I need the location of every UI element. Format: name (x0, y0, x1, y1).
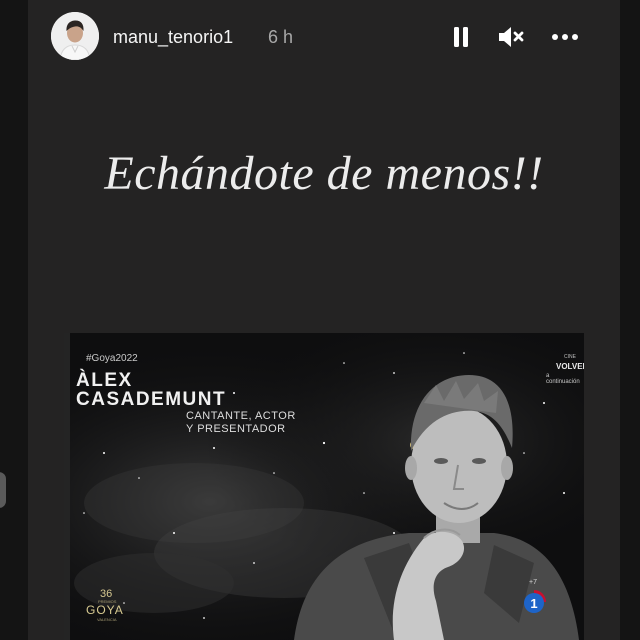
timestamp: 6 h (268, 27, 294, 47)
mute-button[interactable] (496, 22, 526, 52)
username[interactable]: manu_tenorio1 (113, 27, 233, 48)
tv-photo: #Goya2022 ÀLEX CASADEMUNT CANTANTE, ACTO… (64, 333, 584, 640)
avatar[interactable] (51, 12, 99, 60)
story-viewer[interactable]: manu_tenorio1 6 h Echándote de menos!! #… (28, 0, 620, 640)
mute-icon (499, 27, 524, 47)
channel-plus-label: +7 (529, 579, 537, 586)
honoree-role-line1: CANTANTE, ACTOR (186, 410, 296, 422)
more-icon (552, 34, 578, 40)
next-program-note: a continuación (546, 373, 580, 385)
avatar-image (51, 12, 99, 60)
pause-button[interactable] (446, 22, 476, 52)
channel-number: 1 (530, 596, 537, 611)
previous-story-hint[interactable] (0, 472, 6, 508)
hashtag: #Goya2022 (86, 353, 138, 364)
tv-photo-background (64, 333, 584, 640)
story-header: manu_tenorio1 6 h (28, 0, 620, 72)
left-backdrop (0, 0, 28, 640)
more-options-button[interactable] (550, 22, 580, 52)
pause-icon (454, 27, 468, 47)
story-caption: Echándote de menos!! (104, 147, 544, 200)
honoree-last-name: CASADEMUNT (76, 389, 227, 410)
next-program-title: VOLVER (556, 362, 584, 371)
next-program-section: CINE (564, 354, 576, 360)
goya-logo-word: GOYA (86, 603, 124, 617)
tve-channel-logo: 1 (524, 590, 546, 613)
honoree-role-line2: Y PRESENTADOR (186, 423, 286, 435)
right-backdrop (620, 0, 640, 640)
goya-logo-city: VALENCIA (97, 617, 117, 622)
